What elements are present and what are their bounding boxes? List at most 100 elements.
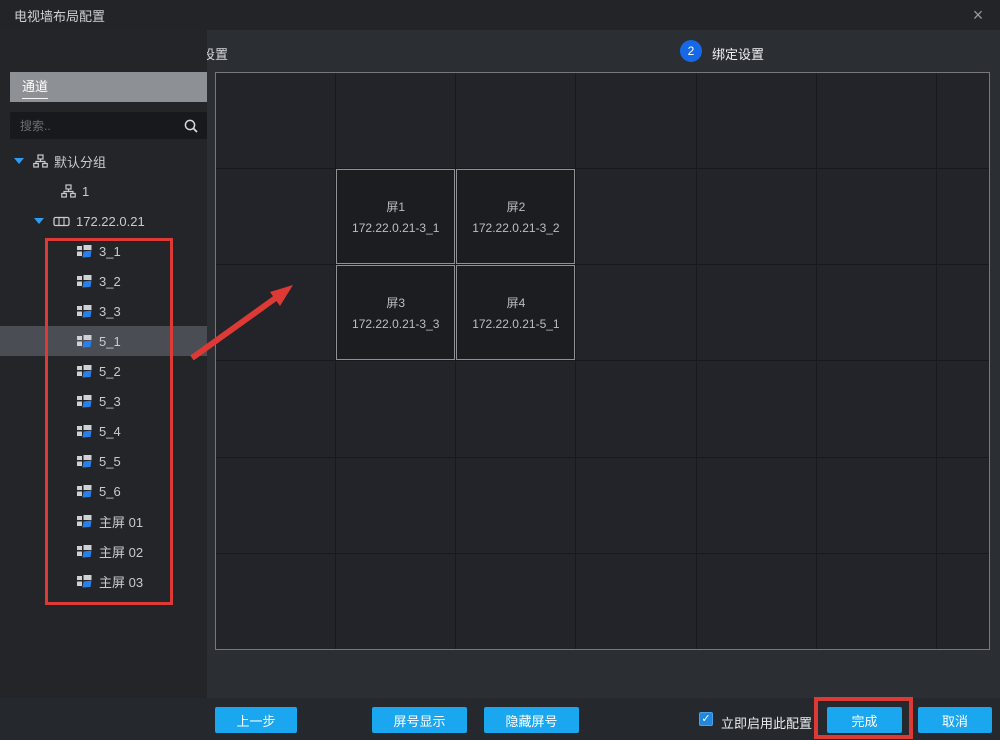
tv-wall-channel-icon (76, 244, 93, 258)
grid-cell[interactable] (697, 458, 816, 553)
grid-cell[interactable] (216, 169, 335, 264)
screen-source: 172.22.0.21-5_1 (472, 317, 559, 331)
tv-wall-channel-icon (76, 364, 93, 378)
titlebar: 电视墙布局配置 × (0, 0, 1000, 30)
tree-channel-5_2[interactable]: 5_2 (0, 356, 207, 386)
grid-cell[interactable] (817, 554, 936, 649)
grid-cell-bound[interactable]: 屏4 172.22.0.21-5_1 (456, 265, 575, 360)
grid-cell[interactable] (336, 73, 455, 168)
grid-cell[interactable] (576, 265, 695, 360)
tree-node-default-group[interactable]: 默认分组 (0, 146, 207, 176)
tv-wall-channel-icon (76, 334, 93, 348)
tab-channel-label: 通道 (22, 76, 48, 99)
tree-channel-5_5[interactable]: 5_5 (0, 446, 207, 476)
tree-node-device[interactable]: 172.22.0.21 (0, 206, 207, 236)
tree-node-label: 默认分组 (54, 152, 106, 171)
tv-wall-layout-dialog: 电视墙布局配置 × 1 基本设置 2 绑定设置 通道 搜索.. (0, 0, 1000, 740)
tv-wall-channel-icon (76, 544, 93, 558)
search-input[interactable]: 搜索.. (10, 112, 207, 139)
grid-cell[interactable] (456, 361, 575, 456)
grid-cell[interactable] (216, 554, 335, 649)
dialog-title: 电视墙布局配置 (14, 6, 105, 25)
tree-channel-main-02[interactable]: 主屏 02 (0, 536, 207, 566)
grid-cell[interactable] (336, 554, 455, 649)
tree-node-label: 主屏 02 (99, 542, 143, 561)
channel-sidebar: 通道 搜索.. (0, 30, 207, 698)
previous-step-button[interactable]: 上一步 (215, 707, 297, 733)
tree-node-label: 3_2 (99, 274, 121, 289)
tv-wall-channel-icon (76, 484, 93, 498)
grid-cell[interactable] (697, 73, 816, 168)
grid-cell[interactable] (817, 73, 936, 168)
wall-device-icon (53, 215, 70, 228)
grid-cell[interactable] (817, 458, 936, 553)
grid-cell[interactable] (336, 458, 455, 553)
tv-wall-channel-icon (76, 274, 93, 288)
tv-wall-channel-icon (76, 454, 93, 468)
grid-cell[interactable] (937, 458, 989, 553)
grid-cell[interactable] (456, 73, 575, 168)
grid-cell[interactable] (576, 169, 695, 264)
cancel-button[interactable]: 取消 (918, 707, 992, 733)
footer-bar: 上一步 屏号显示 隐藏屏号 ✓ 立即启用此配置 完成 取消 (0, 698, 1000, 740)
finish-button[interactable]: 完成 (827, 707, 902, 733)
tree-channel-5_1-selected[interactable]: 5_1 (0, 326, 207, 356)
screen-name: 屏2 (507, 198, 526, 215)
grid-cell[interactable] (817, 361, 936, 456)
grid-cell[interactable] (216, 361, 335, 456)
grid-cell[interactable] (697, 361, 816, 456)
tree-channel-3_2[interactable]: 3_2 (0, 266, 207, 296)
tab-channel[interactable]: 通道 (10, 72, 207, 102)
tree-node-label: 3_3 (99, 304, 121, 319)
tv-wall-channel-icon (76, 394, 93, 408)
chevron-down-icon[interactable] (34, 218, 44, 224)
org-group-icon (61, 184, 76, 198)
show-screen-number-button[interactable]: 屏号显示 (372, 707, 467, 733)
grid-cell[interactable] (456, 458, 575, 553)
tree-channel-5_6[interactable]: 5_6 (0, 476, 207, 506)
grid-cell[interactable] (937, 73, 989, 168)
grid-cell-bound[interactable]: 屏2172.22.0.21-3_2 (456, 169, 575, 264)
search-icon[interactable] (183, 118, 199, 134)
grid-cell[interactable] (576, 73, 695, 168)
grid-cell[interactable] (937, 265, 989, 360)
grid-cell[interactable] (817, 265, 936, 360)
enable-config-checkbox[interactable]: ✓ (699, 712, 713, 726)
grid-cell[interactable] (697, 554, 816, 649)
tree-channel-5_3[interactable]: 5_3 (0, 386, 207, 416)
grid-cell[interactable] (576, 554, 695, 649)
tree-node-label: 5_5 (99, 454, 121, 469)
grid-cell[interactable] (216, 265, 335, 360)
wall-grid[interactable]: 屏1172.22.0.21-3_1屏2172.22.0.21-3_2屏3172.… (215, 72, 990, 650)
tree-node-label: 主屏 01 (99, 512, 143, 531)
grid-cell[interactable] (216, 73, 335, 168)
tree-channel-5_4[interactable]: 5_4 (0, 416, 207, 446)
grid-cell-bound[interactable]: 屏1172.22.0.21-3_1 (336, 169, 455, 264)
grid-cell[interactable] (576, 361, 695, 456)
tree-node-label: 5_4 (99, 424, 121, 439)
grid-cell[interactable] (937, 169, 989, 264)
grid-cell[interactable] (576, 458, 695, 553)
org-group-icon (33, 154, 48, 168)
tree-channel-3_3[interactable]: 3_3 (0, 296, 207, 326)
close-icon[interactable]: × (966, 3, 990, 27)
screen-name: 屏4 (507, 294, 526, 311)
tree-channel-3_1[interactable]: 3_1 (0, 236, 207, 266)
grid-cell[interactable] (697, 265, 816, 360)
tv-wall-channel-icon (76, 514, 93, 528)
tree-channel-main-01[interactable]: 主屏 01 (0, 506, 207, 536)
chevron-down-icon[interactable] (14, 158, 24, 164)
grid-cell[interactable] (336, 361, 455, 456)
grid-cell[interactable] (456, 554, 575, 649)
tv-wall-channel-icon (76, 304, 93, 318)
grid-cell[interactable] (937, 361, 989, 456)
grid-cell[interactable] (817, 169, 936, 264)
grid-cell[interactable] (697, 169, 816, 264)
grid-cell-bound[interactable]: 屏3172.22.0.21-3_3 (336, 265, 455, 360)
hide-screen-number-button[interactable]: 隐藏屏号 (484, 707, 579, 733)
grid-cell[interactable] (216, 458, 335, 553)
tree-node-label: 3_1 (99, 244, 121, 259)
tree-node-group-1[interactable]: 1 (0, 176, 207, 206)
tree-channel-main-03[interactable]: 主屏 03 (0, 566, 207, 596)
grid-cell[interactable] (937, 554, 989, 649)
